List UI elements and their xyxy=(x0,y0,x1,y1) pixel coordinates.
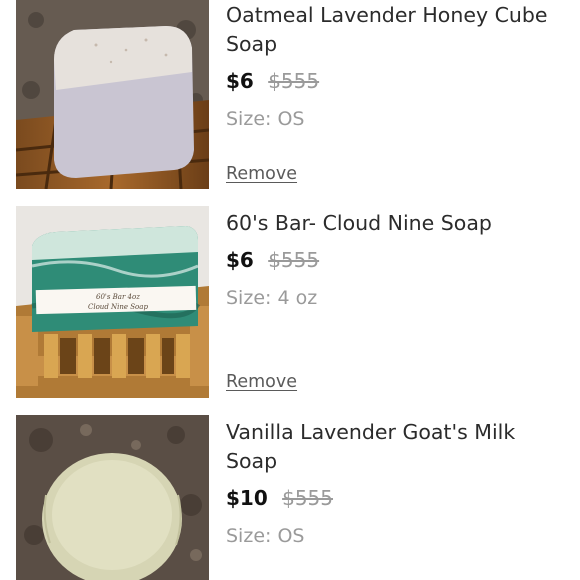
sale-price: $10 xyxy=(226,486,268,510)
size-row: Size: 4 oz xyxy=(226,284,566,312)
remove-link[interactable]: Remove xyxy=(226,164,297,184)
size-value: 4 oz xyxy=(277,287,318,309)
sale-price: $6 xyxy=(226,248,254,272)
product-title[interactable]: Vanilla Lavender Goat's Milk Soap xyxy=(226,418,566,476)
size-row: Size: OS xyxy=(226,522,566,550)
item-details: Vanilla Lavender Goat's Milk Soap $10 $5… xyxy=(226,418,566,550)
price-row: $10 $555 xyxy=(226,484,566,512)
sale-price: $6 xyxy=(226,69,254,93)
product-image[interactable]: 60's Bar 4oz Cloud Nine Soap xyxy=(16,206,209,398)
image-label-line1: 60's Bar 4oz xyxy=(96,293,140,301)
price-row: $6 $555 xyxy=(226,67,566,95)
size-label: Size: xyxy=(226,287,272,309)
product-image[interactable] xyxy=(16,0,209,189)
remove-link[interactable]: Remove xyxy=(226,372,297,392)
original-price: $555 xyxy=(268,248,320,272)
size-value: OS xyxy=(277,525,305,547)
item-details: Oatmeal Lavender Honey Cube Soap $6 $555… xyxy=(226,1,566,133)
soap-cube-photo xyxy=(16,0,209,189)
soap-round-photo xyxy=(16,415,209,580)
price-row: $6 $555 xyxy=(226,246,566,274)
image-label-line2: Cloud Nine Soap xyxy=(88,303,148,311)
product-image[interactable] xyxy=(16,415,209,580)
item-details: 60's Bar- Cloud Nine Soap $6 $555 Size: … xyxy=(226,209,566,312)
size-value: OS xyxy=(277,108,305,130)
soap-bar-photo: 60's Bar 4oz Cloud Nine Soap xyxy=(16,206,209,398)
original-price: $555 xyxy=(282,486,334,510)
product-title[interactable]: Oatmeal Lavender Honey Cube Soap xyxy=(226,1,566,59)
size-label: Size: xyxy=(226,108,272,130)
size-row: Size: OS xyxy=(226,105,566,133)
original-price: $555 xyxy=(268,69,320,93)
product-title[interactable]: 60's Bar- Cloud Nine Soap xyxy=(226,209,566,238)
size-label: Size: xyxy=(226,525,272,547)
